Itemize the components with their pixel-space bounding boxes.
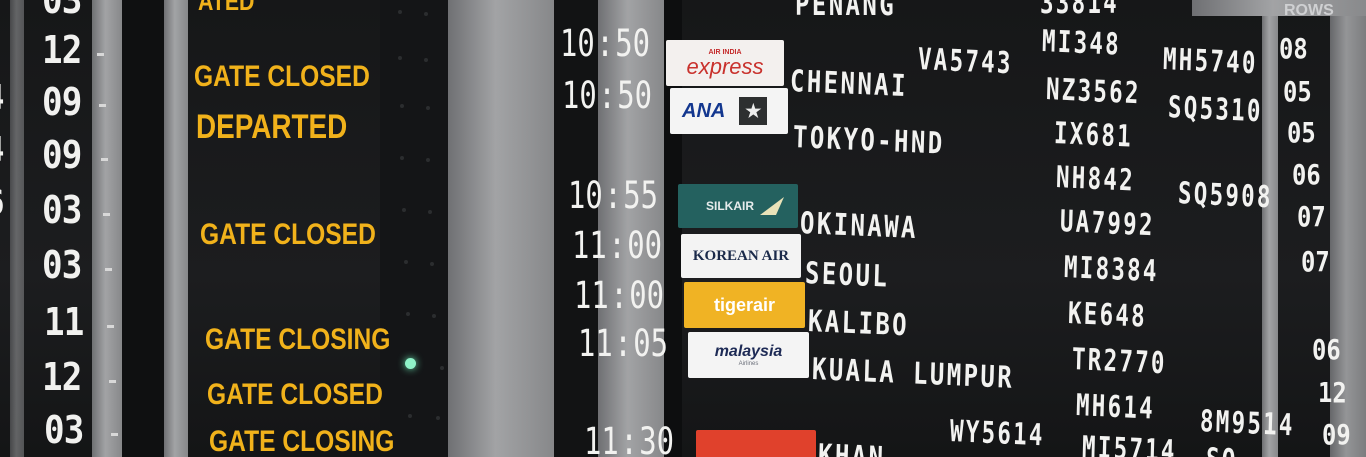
silkair-logo: SILKAIR	[678, 184, 798, 228]
flight-number: NZ3562	[1045, 72, 1142, 112]
row-number: 06	[1312, 333, 1341, 366]
frame-strip	[448, 0, 554, 457]
flight-number: MI5714	[1081, 430, 1178, 457]
rows-header: ROWS	[1284, 2, 1334, 19]
ana-logo: ANA ★	[670, 88, 788, 134]
status-lamp	[405, 358, 416, 369]
flight-number: IX681	[1053, 116, 1134, 155]
flight-number: MI8384	[1063, 250, 1160, 290]
cut-digit: 4	[0, 78, 4, 118]
cut-digit: 4	[0, 130, 4, 170]
airline-logo-cut	[696, 430, 816, 457]
row-number: 12	[1318, 376, 1347, 409]
korean-air-logo: KOREAN AIR	[681, 234, 801, 278]
flight-number: SQ	[1206, 442, 1238, 457]
flight-number: MI348	[1041, 24, 1122, 63]
status-label: GATE CLOSED	[200, 218, 376, 251]
frame-panel	[380, 0, 450, 457]
departure-time: 11:00	[574, 274, 665, 317]
departure-time: 10:55	[568, 174, 659, 217]
frame-strip	[10, 0, 24, 457]
status-label: GATE CLOSING	[205, 323, 391, 356]
row-number: 08	[1279, 32, 1308, 65]
status-label: GATE CLOSED	[207, 378, 383, 411]
destination: CHENNAI	[789, 64, 909, 105]
row-number: 06	[1292, 158, 1321, 191]
tick-mark	[107, 325, 114, 328]
departure-time: 11:00	[572, 224, 663, 267]
flight-number: 33814	[1040, 0, 1119, 21]
row-number: 07	[1297, 200, 1326, 233]
flight-number: TR2770	[1071, 342, 1168, 382]
row-number: 05	[1283, 75, 1312, 108]
tick-mark	[109, 380, 116, 383]
departure-time: 10:50	[562, 74, 653, 117]
destination: KALIBO	[807, 304, 910, 344]
row-number: 09	[1322, 418, 1351, 451]
status-label: GATE CLOSING	[209, 425, 395, 457]
gate-number: 09	[42, 80, 82, 124]
flight-number: NH842	[1055, 160, 1136, 199]
malaysia-airlines-logo: malaysia Airlines	[688, 332, 809, 378]
tick-mark	[103, 213, 110, 216]
gate-number: 12	[42, 355, 82, 399]
gate-number: 12	[42, 28, 82, 72]
row-number: 05	[1287, 116, 1316, 149]
tick-mark	[97, 53, 104, 56]
flight-number: 8M9514	[1199, 404, 1296, 444]
status-cut: ATED	[198, 0, 255, 16]
flight-number: VA5743	[917, 42, 1014, 82]
flight-number: SQ5310	[1167, 90, 1264, 130]
wing-icon	[760, 197, 784, 215]
gate-number: 11	[44, 300, 84, 344]
gate-number: 03	[44, 408, 84, 452]
destination: TOKYO-HND	[792, 120, 946, 162]
air-india-express-logo: AIR INDIA express	[666, 40, 784, 86]
tick-mark	[101, 158, 108, 161]
frame-strip	[92, 0, 122, 457]
gate-number: 03	[42, 243, 82, 287]
flight-number: KE648	[1067, 296, 1148, 335]
departure-time: 10:50	[560, 22, 651, 65]
destination: KUALA LUMPUR	[811, 352, 1015, 396]
tick-mark	[99, 104, 106, 107]
tigerair-logo: tigerair	[684, 282, 805, 328]
destination: SEOUL	[804, 256, 890, 295]
destination: OKINAWA	[799, 206, 919, 247]
gate-number: 03	[42, 0, 82, 22]
header-strip	[1192, 0, 1366, 16]
tick-mark	[105, 268, 112, 271]
destination: PENANG	[795, 0, 897, 23]
flight-number: SQ5908	[1177, 176, 1274, 216]
departures-board: 4 4 6 ROWS 03 12 09 09 03 03 11 12 03 AT…	[0, 0, 1366, 457]
tick-mark	[111, 433, 118, 436]
frame-strip	[1262, 0, 1278, 457]
flight-number: WY5614	[949, 414, 1046, 454]
star-alliance-icon: ★	[739, 97, 768, 125]
destination: KHAN	[817, 438, 886, 457]
status-label: GATE CLOSED	[194, 60, 370, 93]
status-label: DEPARTED	[196, 108, 348, 146]
departure-time: 11:05	[578, 322, 669, 365]
frame-strip	[164, 0, 188, 457]
frame-panel	[122, 0, 164, 457]
gate-number: 09	[42, 133, 82, 177]
departure-time: 11:30	[584, 420, 675, 457]
flight-number: MH614	[1075, 388, 1156, 427]
flight-number: UA7992	[1059, 204, 1156, 244]
flight-number: MH5740	[1162, 42, 1259, 82]
cut-digit: 6	[0, 183, 4, 223]
gate-number: 03	[42, 188, 82, 232]
row-number: 07	[1301, 245, 1330, 278]
